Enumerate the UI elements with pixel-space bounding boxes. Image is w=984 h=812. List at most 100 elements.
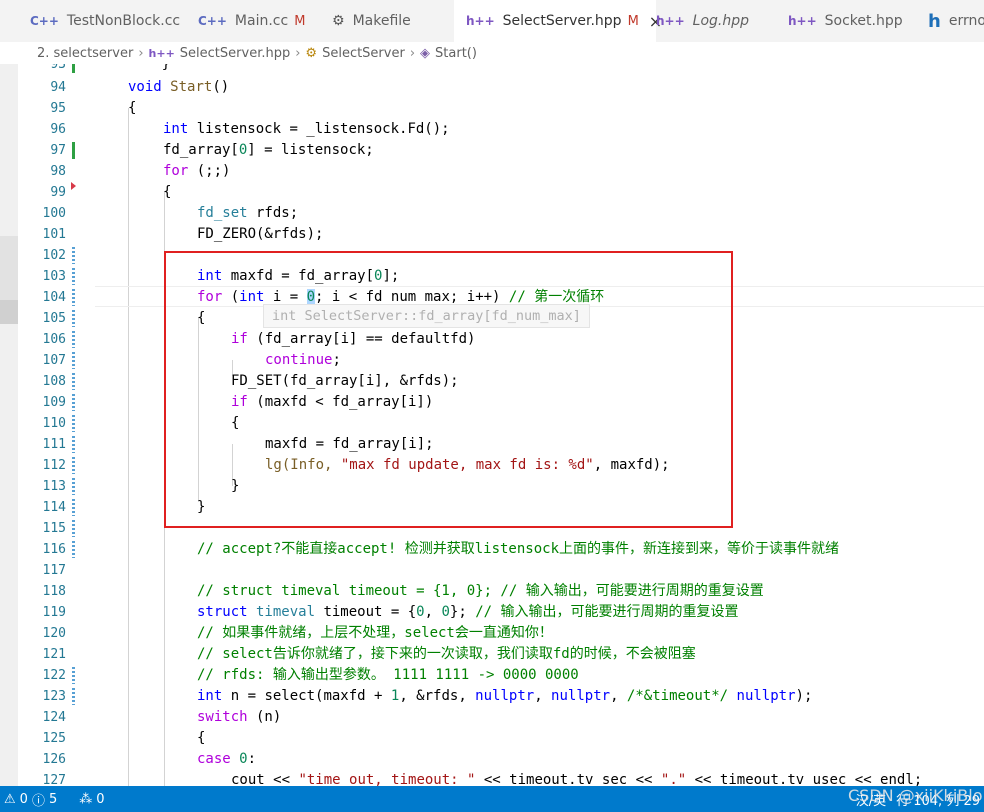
code-editor[interactable]: 93 } 94 void Start() 95 { 96 int listensock… bbox=[18, 64, 984, 786]
code-line: 124 switch (n) bbox=[18, 707, 984, 728]
line-number: 111 bbox=[42, 437, 66, 452]
code-text: // accept?不能直接accept! 检测并获取listensock上面的… bbox=[197, 541, 840, 557]
git-modified-marker bbox=[72, 289, 75, 306]
breadcrumb-method[interactable]: Start() bbox=[435, 46, 477, 61]
tab-selectserver[interactable]: h++ SelectServer.hpp M × bbox=[454, 0, 662, 42]
code-text: } bbox=[231, 478, 240, 494]
hover-tooltip: int SelectServer::fd_array[fd_num_max] bbox=[263, 304, 590, 328]
code-text: // select告诉你就绪了，接下来的一次读取，我们读取fd的时候，不会被阻塞 bbox=[197, 646, 696, 662]
breadcrumb-file[interactable]: SelectServer.hpp bbox=[180, 46, 290, 61]
code-line: 109 if (maxfd < fd_array[i]) bbox=[18, 392, 984, 413]
git-modified-marker bbox=[72, 478, 75, 495]
code-text: case 0: bbox=[197, 751, 257, 767]
code-text: // rfds: 输入输出型参数。 1111 1111 -> 0000 0000 bbox=[197, 667, 579, 683]
line-number: 104 bbox=[42, 290, 66, 305]
git-modified-marker bbox=[72, 394, 75, 411]
git-modified-marker bbox=[72, 457, 75, 474]
line-number: 107 bbox=[42, 353, 66, 368]
git-deleted-marker bbox=[71, 182, 76, 190]
code-text: fd_set rfds; bbox=[197, 205, 299, 221]
tab-log[interactable]: h++ Log.hpp bbox=[644, 0, 788, 42]
code-text: cout << "time out, timeout: " << timeout… bbox=[231, 772, 923, 786]
code-text: // 如果事件就绪，上层不处理，select会一直通知你！ bbox=[197, 625, 553, 641]
code-line: 117 bbox=[18, 560, 984, 581]
line-number: 125 bbox=[42, 731, 66, 746]
tab-label: Main.cc bbox=[234, 13, 289, 29]
warning-count: 5 bbox=[48, 791, 58, 807]
line-number: 102 bbox=[42, 248, 66, 263]
status-bar: ⚠ 0 ⓘ 5 ⁂ 0 汉/英 行 104, 列 29 bbox=[0, 786, 984, 812]
git-modified-marker bbox=[72, 436, 75, 453]
line-number: 124 bbox=[42, 710, 66, 725]
tab-main[interactable]: C++ Main.cc M bbox=[186, 0, 326, 42]
git-modified-marker bbox=[72, 373, 75, 390]
tab-bar: C++ TestNonBlock.cc C++ Main.cc M ⚙ Make… bbox=[0, 0, 984, 42]
code-line: 96 int listensock = _listensock.Fd(); bbox=[18, 119, 984, 140]
git-modified-marker bbox=[72, 541, 75, 558]
tab-testnonblock[interactable]: C++ TestNonBlock.cc bbox=[18, 0, 198, 42]
makefile-gear-icon: ⚙ bbox=[332, 13, 345, 29]
code-line: 95 { bbox=[18, 98, 984, 119]
ports-icon: ⁂ bbox=[79, 791, 93, 807]
line-number: 106 bbox=[42, 332, 66, 347]
git-modified-marker bbox=[72, 667, 75, 684]
git-modified-marker bbox=[72, 352, 75, 369]
code-line: 120 // 如果事件就绪，上层不处理，select会一直通知你！ bbox=[18, 623, 984, 644]
code-line: 126 case 0: bbox=[18, 749, 984, 770]
tab-makefile[interactable]: ⚙ Makefile bbox=[314, 0, 472, 42]
tab-label: errno bbox=[948, 13, 984, 29]
line-number: 101 bbox=[42, 227, 66, 242]
line-number: 105 bbox=[42, 311, 66, 326]
line-number: 121 bbox=[42, 647, 66, 662]
line-number: 116 bbox=[42, 542, 66, 557]
line-number: 96 bbox=[50, 122, 66, 137]
tab-errno[interactable]: h errno bbox=[914, 0, 984, 42]
code-text: FD_ZERO(&rfds); bbox=[197, 226, 324, 242]
code-text: fd_array[0] = listensock; bbox=[163, 142, 374, 158]
code-line: 118 // struct timeval timeout = {1, 0}; /… bbox=[18, 581, 984, 602]
chevron-right-icon: › bbox=[138, 45, 144, 61]
code-text: struct timeval timeout = {0, 0}; // 输入输出… bbox=[197, 604, 739, 620]
activity-selected[interactable] bbox=[0, 300, 18, 324]
code-text: { bbox=[197, 730, 206, 746]
code-text: maxfd = fd_array[i]; bbox=[265, 436, 434, 452]
tab-socket[interactable]: h++ Socket.hpp bbox=[776, 0, 926, 42]
status-problems[interactable]: ⚠ 0 ⓘ 5 ⁂ 0 bbox=[4, 786, 105, 812]
code-line: 116 // accept?不能直接accept! 检测并获取listensock… bbox=[18, 539, 984, 560]
class-icon: ⚙ bbox=[305, 45, 318, 61]
git-modified-marker bbox=[72, 268, 75, 285]
git-modified-marker bbox=[72, 688, 75, 705]
code-text: int listensock = _listensock.Fd(); bbox=[163, 121, 450, 137]
code-text: void Start() bbox=[128, 79, 230, 95]
hpp-file-icon: h++ bbox=[788, 14, 817, 28]
code-text: int n = select(maxfd + 1, &rfds, nullptr… bbox=[197, 688, 813, 704]
line-number: 110 bbox=[42, 416, 66, 431]
code-line: 101 FD_ZERO(&rfds); bbox=[18, 224, 984, 245]
tab-label: TestNonBlock.cc bbox=[66, 13, 181, 29]
line-number: 115 bbox=[42, 521, 66, 536]
line-number: 108 bbox=[42, 374, 66, 389]
code-line: 112 lg(Info, "max fd update, max fd is: %… bbox=[18, 455, 984, 476]
code-line: 99 { bbox=[18, 182, 984, 203]
code-line: 103 int maxfd = fd_array[0]; bbox=[18, 266, 984, 287]
line-number: 127 bbox=[42, 773, 66, 786]
breadcrumb-class[interactable]: SelectServer bbox=[322, 46, 405, 61]
error-count: 0 bbox=[19, 791, 28, 807]
code-line: 106 if (fd_array[i] == defaultfd) bbox=[18, 329, 984, 350]
git-modified-marker bbox=[72, 247, 75, 264]
breadcrumb-folder[interactable]: 2. selectserver bbox=[37, 46, 133, 61]
code-line: 113} bbox=[18, 476, 984, 497]
code-text: { bbox=[231, 415, 240, 431]
code-line: 110 { bbox=[18, 413, 984, 434]
code-text: for (;;) bbox=[163, 163, 231, 179]
tab-label: Socket.hpp bbox=[824, 13, 903, 29]
warning-icon: ⚠ bbox=[4, 791, 16, 807]
code-line: 97 fd_array[0] = listensock; bbox=[18, 140, 984, 161]
tab-label: Log.hpp bbox=[692, 13, 750, 29]
code-text: switch (n) bbox=[197, 709, 282, 725]
code-line: 108 FD_SET(fd_array[i], &rfds); bbox=[18, 371, 984, 392]
code-text: if (maxfd < fd_array[i]) bbox=[231, 394, 434, 410]
code-line: 114} bbox=[18, 497, 984, 518]
code-line: 115 bbox=[18, 518, 984, 539]
ports-count: 0 bbox=[96, 791, 105, 807]
